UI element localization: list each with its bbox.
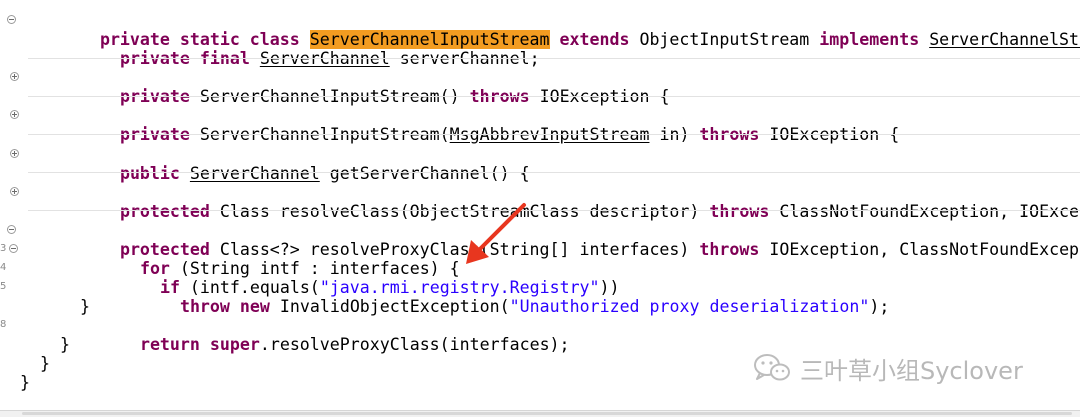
- code-line-getter: public ServerChannel getServerChannel() …: [0, 145, 1080, 183]
- code-line-ctor-default: private ServerChannelInputStream() throw…: [0, 68, 1080, 106]
- member-separator: [28, 134, 1080, 135]
- code-line-ctor-stream: private ServerChannelInputStream(MsgAbbr…: [0, 106, 1080, 144]
- identifier: Class resolveClass(ObjectStreamClass des…: [219, 202, 710, 221]
- keyword: protected: [119, 202, 220, 221]
- fold-expanded-icon[interactable]: [9, 244, 18, 253]
- watermark: 三叶草小组Syclover: [752, 352, 1023, 385]
- type-link[interactable]: ServerChannel: [190, 164, 320, 183]
- member-separator: [28, 58, 1080, 59]
- watermark-text: 三叶草小组Syclover: [800, 356, 1023, 385]
- code-line-if: 4 if (intf.equals("java.rmi.registry.Reg…: [0, 259, 1080, 297]
- wechat-icon: [754, 354, 790, 381]
- line-number: 8: [0, 319, 7, 330]
- code-editor[interactable]: private static class ServerChannelInputS…: [0, 0, 1080, 417]
- code-line-throw: 5 throw new InvalidObjectException("Unau…: [0, 278, 1080, 316]
- fold-collapsed-icon[interactable]: [10, 187, 19, 196]
- code-line-resolve-class: protected Class resolveClass(ObjectStrea…: [0, 183, 1080, 221]
- code-line-close-for: }: [0, 297, 1080, 316]
- line-number: 5: [0, 281, 7, 292]
- line-number: 3: [0, 243, 7, 254]
- member-separator: [28, 96, 1080, 97]
- fold-expanded-icon[interactable]: [7, 225, 16, 234]
- fold-collapsed-icon[interactable]: [10, 72, 19, 81]
- code-line-for: 3 for (String intf : interfaces) {: [0, 240, 1080, 278]
- brace: }: [20, 373, 30, 392]
- code-line-return: 8 return super.resolveProxyClass(interfa…: [0, 316, 1080, 354]
- keyword: throws: [709, 202, 770, 221]
- member-separator: [28, 210, 1080, 211]
- fold-collapsed-icon[interactable]: [10, 110, 19, 119]
- code-line-resolve-proxy: protected Class<?> resolveProxyClass(Str…: [0, 221, 1080, 259]
- identifier: ClassNotFoundException, IOExceptio: [779, 202, 1080, 221]
- fold-expanded-icon[interactable]: [7, 15, 16, 24]
- code-line-field: private final ServerChannel serverChanne…: [0, 30, 1080, 68]
- fold-collapsed-icon[interactable]: [10, 149, 19, 158]
- scrollbar-thumb[interactable]: [22, 412, 1072, 415]
- keyword: public: [119, 164, 190, 183]
- brace: }: [40, 354, 50, 373]
- line-number: 4: [0, 262, 7, 273]
- brace: }: [80, 297, 90, 316]
- member-separator: [28, 172, 1080, 173]
- code-line-class-header: private static class ServerChannelInputS…: [0, 11, 1080, 49]
- brace: }: [60, 335, 70, 354]
- identifier: getServerChannel() {: [319, 164, 530, 183]
